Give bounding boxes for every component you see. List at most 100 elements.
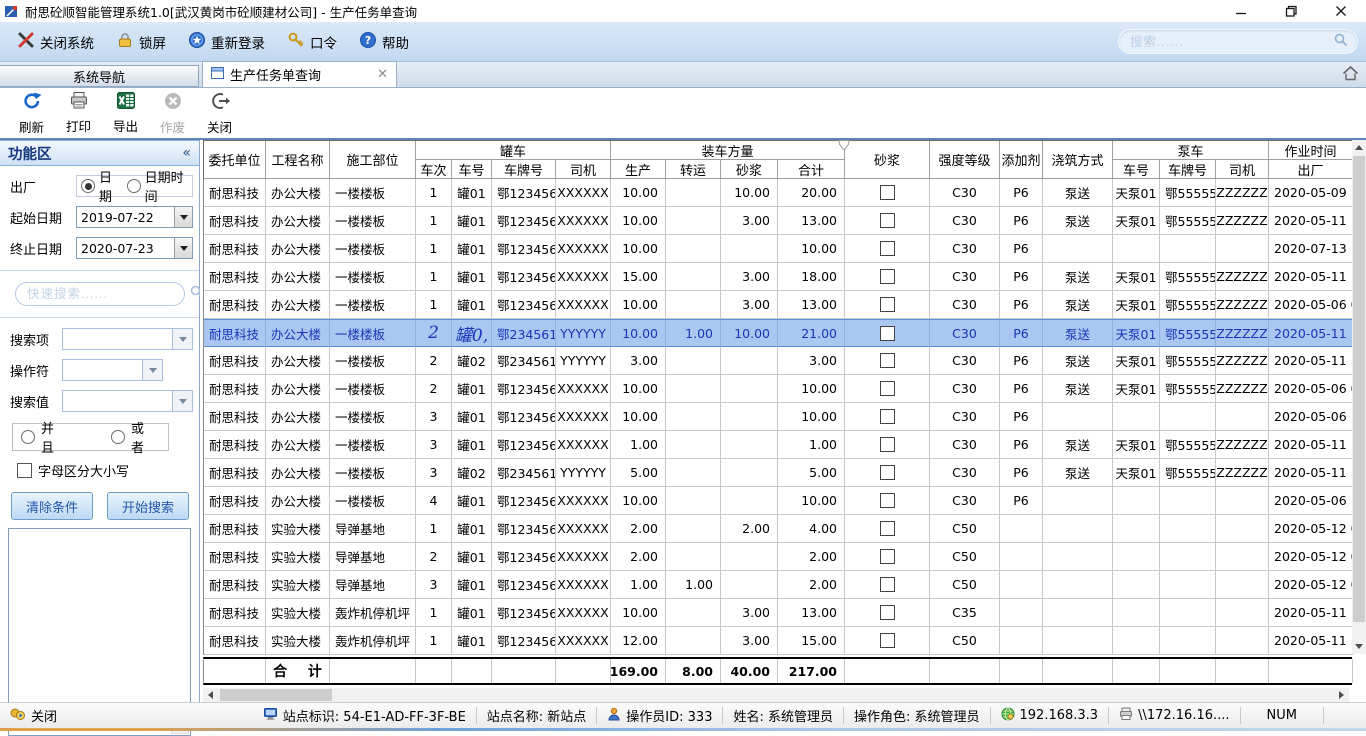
start-date-combo[interactable]: 2019-07-22 (76, 206, 193, 228)
scroll-down-button[interactable] (1352, 639, 1366, 654)
refresh-button[interactable]: 刷新 (8, 91, 55, 135)
table-row[interactable]: 耐思科技实验大楼轰炸机停机坪1罐01鄂123456XXXXXX10.003.00… (203, 599, 1352, 627)
start-search-button[interactable]: 开始搜索 (107, 492, 189, 520)
close-tab-button[interactable]: 关闭 (196, 91, 243, 135)
tab-close-icon[interactable]: ✕ (377, 67, 388, 82)
table-row[interactable]: 耐思科技办公大楼一楼楼板4罐01鄂123456XXXXXX10.0010.00C… (203, 487, 1352, 515)
dropdown-icon[interactable] (142, 360, 162, 380)
mortar-checkbox[interactable] (880, 241, 895, 256)
column-header[interactable]: 浇筑方式 (1043, 141, 1113, 179)
mortar-checkbox[interactable] (880, 213, 895, 228)
restore-button[interactable] (1266, 0, 1316, 22)
tab-production-task-query[interactable]: 生产任务单查询 ✕ (202, 61, 397, 87)
table-row[interactable]: 耐思科技实验大楼导弹基地1罐01鄂123456XXXXXX2.002.004.0… (203, 515, 1352, 543)
mortar-checkbox[interactable] (880, 577, 895, 592)
table-row[interactable]: 耐思科技实验大楼导弹基地2罐01鄂123456XXXXXX2.002.00C50… (203, 543, 1352, 571)
start-date-dropdown-icon[interactable] (174, 207, 192, 227)
clear-conditions-button[interactable]: 清除条件 (11, 492, 93, 520)
mortar-checkbox[interactable] (880, 633, 895, 648)
quick-search-input[interactable] (25, 286, 190, 302)
mortar-checkbox[interactable] (880, 326, 895, 341)
scroll-up-button[interactable] (1352, 140, 1366, 155)
table-row[interactable]: 耐思科技办公大楼一楼楼板2罐0,鄂234561YYYYYY10.001.0010… (203, 319, 1352, 347)
column-header[interactable]: 施工部位 (330, 141, 416, 179)
global-search-input[interactable] (1128, 34, 1334, 50)
mortar-checkbox[interactable] (880, 185, 895, 200)
menu-close-system[interactable]: 关闭系统 (6, 27, 105, 57)
column-header[interactable]: 司机 (1216, 160, 1269, 179)
search-value-combo[interactable] (62, 390, 193, 412)
table-row[interactable]: 耐思科技办公大楼一楼楼板3罐01鄂123456XXXXXX10.0010.00C… (203, 403, 1352, 431)
column-header[interactable]: 砂浆 (721, 160, 778, 179)
tab-system-navigation[interactable]: 系统导航 (0, 65, 199, 87)
table-row[interactable]: 耐思科技办公大楼一楼楼板3罐02鄂234561YYYYYY5.005.00C30… (203, 459, 1352, 487)
mortar-checkbox[interactable] (880, 465, 895, 480)
end-date-dropdown-icon[interactable] (174, 238, 192, 258)
mortar-checkbox[interactable] (880, 269, 895, 284)
column-header[interactable]: 车号 (452, 160, 492, 179)
menu-help[interactable]: ? 帮助 (348, 27, 420, 57)
mortar-checkbox[interactable] (880, 549, 895, 564)
table-row[interactable]: 耐思科技办公大楼一楼楼板2罐01鄂123456XXXXXX10.0010.00C… (203, 375, 1352, 403)
end-date-combo[interactable]: 2020-07-23 (76, 237, 193, 259)
mortar-checkbox[interactable] (880, 605, 895, 620)
export-button[interactable]: 导出 (102, 91, 149, 135)
mortar-checkbox[interactable] (880, 409, 895, 424)
column-header[interactable]: 作业时间 (1269, 141, 1353, 160)
dropdown-icon[interactable] (172, 329, 192, 349)
column-header[interactable]: 泵车 (1113, 141, 1269, 160)
horizontal-scrollbar[interactable] (203, 688, 1349, 702)
column-header[interactable]: 罐车 (416, 141, 611, 160)
column-header[interactable]: 工程名称 (266, 141, 330, 179)
table-row[interactable]: 耐思科技实验大楼轰炸机停机坪1罐01鄂123456XXXXXX12.003.00… (203, 627, 1352, 655)
radio-or[interactable] (111, 430, 125, 444)
column-header[interactable]: 合计 (778, 160, 845, 179)
column-header[interactable]: 强度等级 (930, 141, 1000, 179)
search-item-combo[interactable] (62, 328, 193, 350)
dropdown-icon[interactable] (172, 391, 192, 411)
column-filter-marker[interactable] (838, 140, 850, 155)
table-row[interactable]: 耐思科技办公大楼一楼楼板1罐01鄂123456XXXXXX10.0010.002… (203, 179, 1352, 207)
collapse-panel-button[interactable]: « (182, 145, 191, 161)
menu-password[interactable]: 口令 (276, 27, 348, 57)
table-row[interactable]: 耐思科技办公大楼一楼楼板3罐01鄂123456XXXXXX1.001.00C30… (203, 431, 1352, 459)
column-header[interactable]: 车号 (1113, 160, 1160, 179)
mortar-checkbox[interactable] (880, 381, 895, 396)
minimize-button[interactable] (1216, 0, 1266, 22)
column-header[interactable]: 生产 (611, 160, 666, 179)
menu-relogin[interactable]: 重新登录 (177, 27, 276, 57)
scroll-right-button[interactable] (1334, 688, 1349, 702)
column-header[interactable]: 砂浆 (845, 141, 930, 179)
horizontal-scroll-thumb[interactable] (220, 689, 332, 701)
column-header[interactable]: 出厂 (1269, 160, 1353, 179)
column-header[interactable]: 车次 (416, 160, 452, 179)
menu-lock-screen[interactable]: 锁屏 (105, 27, 177, 57)
radio-datetime[interactable] (127, 179, 141, 193)
table-row[interactable]: 耐思科技办公大楼一楼楼板1罐01鄂123456XXXXXX10.003.0013… (203, 291, 1352, 319)
vertical-scrollbar[interactable] (1352, 140, 1366, 654)
mortar-checkbox[interactable] (880, 353, 895, 368)
table-row[interactable]: 耐思科技办公大楼一楼楼板1罐01鄂123456XXXXXX15.003.0018… (203, 263, 1352, 291)
column-header[interactable]: 车牌号 (1160, 160, 1216, 179)
column-header[interactable]: 添加剂 (1000, 141, 1043, 179)
column-header[interactable]: 装车方量 (611, 141, 845, 160)
case-sensitive-checkbox[interactable] (17, 463, 32, 478)
close-button[interactable] (1316, 0, 1366, 22)
vertical-scroll-thumb[interactable] (1353, 156, 1365, 622)
home-button[interactable] (1334, 62, 1366, 87)
table-row[interactable]: 耐思科技办公大楼一楼楼板1罐01鄂123456XXXXXX10.0010.00C… (203, 235, 1352, 263)
table-row[interactable]: 耐思科技实验大楼导弹基地3罐01鄂123456XXXXXX1.001.002.0… (203, 571, 1352, 599)
column-header[interactable]: 司机 (556, 160, 611, 179)
column-header[interactable]: 转运 (666, 160, 721, 179)
column-header[interactable]: 委托单位 (204, 141, 266, 179)
radio-and[interactable] (21, 430, 35, 444)
mortar-checkbox[interactable] (880, 521, 895, 536)
table-row[interactable]: 耐思科技办公大楼一楼楼板1罐01鄂123456XXXXXX10.003.0013… (203, 207, 1352, 235)
column-header[interactable]: 车牌号 (492, 160, 556, 179)
radio-date[interactable] (81, 179, 95, 193)
status-close[interactable]: 关闭 (0, 707, 67, 724)
mortar-checkbox[interactable] (880, 297, 895, 312)
print-button[interactable]: 打印 (55, 91, 102, 135)
mortar-checkbox[interactable] (880, 437, 895, 452)
table-row[interactable]: 耐思科技办公大楼一楼楼板2罐02鄂234561YYYYYY3.003.00C30… (203, 347, 1352, 375)
